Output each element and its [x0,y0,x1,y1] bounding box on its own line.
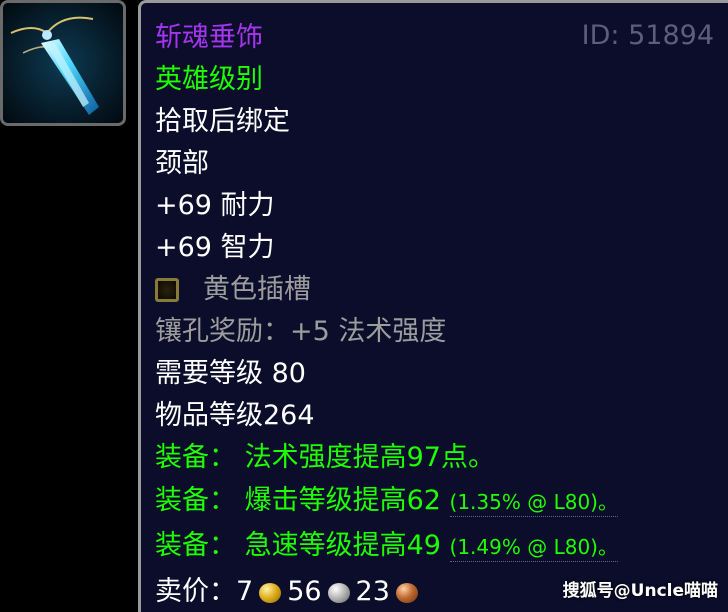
equip-effect-haste: 装备： 急速等级提高49 (1.49% @ L80)。 [155,529,618,564]
gold-amount: 7 [236,576,254,607]
socket-row: 黄色插槽 [155,273,311,307]
equip-effect-text: 装备： 法术强度提高97点。 [155,442,495,473]
equip-effect-detail: (1.35% @ L80)。 [449,490,618,517]
equip-effect-spell-power: 装备： 法术强度提高97点。 [155,441,495,475]
silver-amount: 56 [287,576,322,607]
stat-stamina: +69 耐力 [155,190,275,221]
equip-effect-crit: 装备： 爆击等级提高62 (1.35% @ L80)。 [155,484,618,519]
item-name[interactable]: 斩魂垂饰 [155,21,263,55]
watermark: 搜狐号@Uncle喵喵 [562,581,718,601]
equip-effect-text: 装备： 急速等级提高49 [155,530,450,561]
required-level: 需要等级 80 [155,358,306,389]
item-id: ID: 51894 [581,20,714,51]
socket-bonus: 镶孔奖励：+5 法术强度 [155,316,447,347]
sell-price-label: 卖价： [155,576,236,607]
stat-intellect: +69 智力 [155,232,275,263]
item-tooltip-screen: 斩魂垂饰 ID: 51894 英雄级别 拾取后绑定 颈部 +69 耐力 +69 … [0,0,728,612]
sell-price: 卖价：7 56 23 [155,575,424,609]
equip-effect-text: 装备： 爆击等级提高62 [155,485,450,516]
item-binding: 拾取后绑定 [155,106,290,137]
copper-coin-icon [395,583,418,603]
item-level: 物品等级264 [155,400,315,431]
yellow-socket-icon [155,278,179,302]
silver-coin-icon [327,583,350,603]
copper-amount: 23 [355,576,390,607]
item-icon[interactable] [0,0,126,126]
item-difficulty: 英雄级别 [155,64,263,95]
tooltip-panel: 斩魂垂饰 ID: 51894 英雄级别 拾取后绑定 颈部 +69 耐力 +69 … [138,0,728,612]
socket-label: 黄色插槽 [203,274,311,305]
pendant-icon [3,3,123,123]
equip-effect-detail: (1.49% @ L80)。 [449,535,618,562]
item-slot: 颈部 [155,148,209,179]
gold-coin-icon [259,583,282,603]
